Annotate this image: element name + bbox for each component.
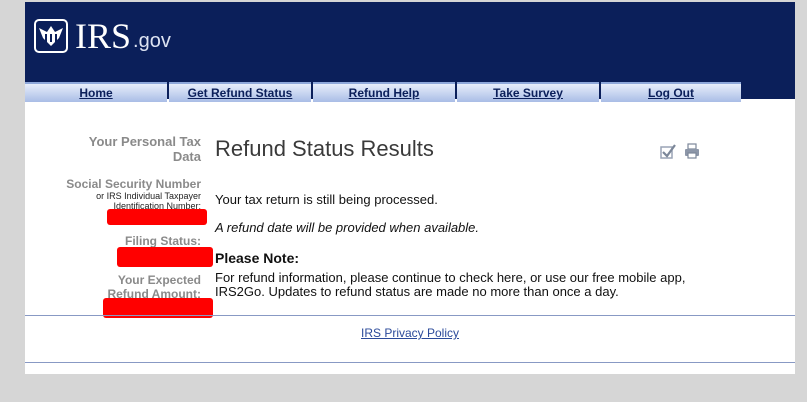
- refund-amount-label: Your Expected Refund Amount:: [107, 273, 201, 301]
- tab-log-out[interactable]: Log Out: [601, 82, 741, 102]
- title-icons: [659, 142, 701, 160]
- tab-take-survey[interactable]: Take Survey: [457, 82, 599, 102]
- page-title: Refund Status Results: [215, 136, 434, 161]
- status-message: Your tax return is still being processed…: [215, 192, 438, 207]
- note-heading: Please Note:: [215, 250, 300, 266]
- page-frame: IRS .gov Home Get Refund Status Refund H…: [25, 2, 795, 374]
- sidebar-labels: Filing Status: Your Expected Refund Amou…: [25, 2, 201, 402]
- footer-divider-top: [25, 315, 795, 316]
- note-text: For refund information, please continue …: [215, 270, 686, 299]
- footer-divider-bottom: [25, 362, 795, 363]
- filing-status-redaction: [117, 247, 213, 267]
- refund-date-message: A refund date will be provided when avai…: [215, 220, 480, 235]
- checkmark-icon[interactable]: [659, 142, 677, 160]
- tab-refund-help[interactable]: Refund Help: [313, 82, 455, 102]
- filing-status-label: Filing Status:: [125, 234, 201, 248]
- privacy-policy-link[interactable]: IRS Privacy Policy: [25, 326, 795, 340]
- print-icon[interactable]: [683, 142, 701, 160]
